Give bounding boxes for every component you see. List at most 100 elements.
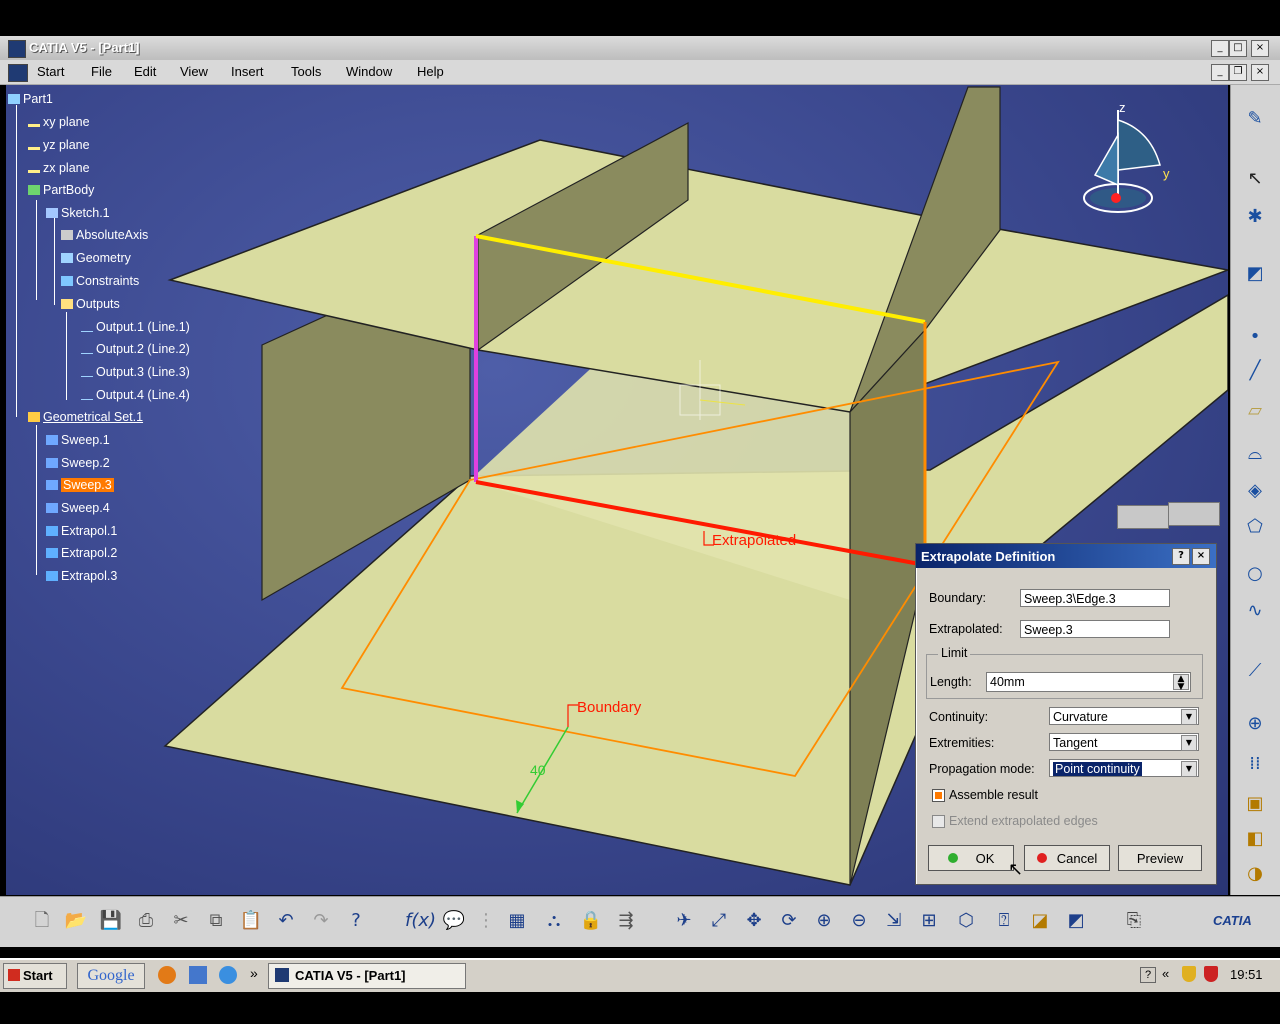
whats-this-icon[interactable]: ? xyxy=(342,907,370,935)
menu-edit[interactable]: Edit xyxy=(134,64,156,79)
print-icon[interactable]: ⎙ xyxy=(132,907,160,935)
tree-item-output3[interactable]: Output.3 (Line.3) xyxy=(81,365,190,379)
document-icon[interactable] xyxy=(8,64,28,82)
tree-item-extrapol3[interactable]: Extrapol.3 xyxy=(46,569,117,583)
multi-view-icon[interactable]: ⊞ xyxy=(915,907,943,935)
google-toolbar-button[interactable]: Google xyxy=(77,963,145,989)
dimension-value[interactable]: 40 xyxy=(530,762,546,778)
ie-icon[interactable] xyxy=(219,966,237,984)
zoom-in-icon[interactable]: ⊕ xyxy=(810,907,838,935)
comment-icon[interactable]: 💬 xyxy=(440,907,468,935)
fly-icon[interactable]: ✈ xyxy=(670,907,698,935)
tree-root-part1[interactable]: Part1 xyxy=(8,92,53,106)
dialog-title-bar[interactable]: Extrapolate Definition ? × xyxy=(916,544,1216,568)
tree-item-sweep4[interactable]: Sweep.4 xyxy=(46,501,110,515)
tray-chevron[interactable]: « xyxy=(1162,966,1169,981)
taskbar-catia-button[interactable]: CATIA V5 - [Part1] xyxy=(268,963,466,989)
select-arrow-icon[interactable]: ↖ xyxy=(1241,165,1269,193)
sweep-icon[interactable]: ◈ xyxy=(1241,477,1269,505)
iso-view-icon[interactable]: ⬡ xyxy=(952,907,980,935)
doc-restore-icon[interactable]: ❐ xyxy=(1229,64,1247,81)
analysis-icon[interactable]: ◑ xyxy=(1241,860,1269,888)
boundary-label[interactable]: Boundary xyxy=(577,699,642,716)
tray-help-icon[interactable]: ? xyxy=(1140,967,1156,983)
menu-help[interactable]: Help xyxy=(417,64,444,79)
minimized-window[interactable] xyxy=(1168,502,1220,526)
tree-item-xy-plane[interactable]: xy plane xyxy=(28,115,90,129)
quicklaunch-chevron[interactable]: » xyxy=(250,965,258,981)
tree-item-absoluteaxis[interactable]: AbsoluteAxis xyxy=(61,228,148,242)
curve-icon[interactable]: ⟋ xyxy=(1241,657,1269,685)
close-icon[interactable]: × xyxy=(1251,40,1269,57)
tree-item-outputs[interactable]: Outputs xyxy=(61,297,120,311)
chevron-down-icon[interactable]: ▼ xyxy=(1181,709,1197,725)
render-style-icon[interactable]: ⍰ xyxy=(990,907,1018,935)
menu-tools[interactable]: Tools xyxy=(291,64,321,79)
front-wall-surface[interactable] xyxy=(849,328,926,886)
open-icon[interactable]: 📂 xyxy=(62,907,90,935)
join-icon[interactable]: ⊕ xyxy=(1241,710,1269,738)
part-design-icon[interactable]: ◧ xyxy=(1241,825,1269,853)
instantiate-icon[interactable]: ⇶ xyxy=(612,907,640,935)
table-icon[interactable]: ▦ xyxy=(503,907,531,935)
doc-minimize-icon[interactable]: _ xyxy=(1211,64,1229,81)
tree-item-sweep1[interactable]: Sweep.1 xyxy=(46,433,110,447)
tree-item-extrapol1[interactable]: Extrapol.1 xyxy=(46,524,117,538)
lock-icon[interactable]: 🔒 xyxy=(577,907,605,935)
material-icon[interactable]: ⎘ xyxy=(1120,907,1148,935)
chevron-down-icon[interactable]: ▼ xyxy=(1181,735,1197,751)
repeat-icon[interactable]: ▣ xyxy=(1241,790,1269,818)
preview-button[interactable]: Preview xyxy=(1118,845,1202,871)
propagation-mode-select[interactable]: Point continuity ▼ xyxy=(1049,759,1199,777)
hide-show-icon[interactable]: ◪ xyxy=(1026,907,1054,935)
boundary-field[interactable]: Sweep.3\Edge.3 xyxy=(1020,589,1170,607)
tree-item-yz-plane[interactable]: yz plane xyxy=(28,138,90,152)
firefox-icon[interactable] xyxy=(158,966,176,984)
chevron-down-icon[interactable]: ▼ xyxy=(1181,761,1197,777)
minimize-icon[interactable]: _ xyxy=(1211,40,1229,57)
snap-icon[interactable]: ✱ xyxy=(1241,203,1269,231)
circle-icon[interactable]: ○ xyxy=(1241,560,1269,588)
formula-icon[interactable]: f(x) xyxy=(405,907,436,935)
pan-icon[interactable]: ✥ xyxy=(740,907,768,935)
knowledge-icon[interactable]: ⋮ xyxy=(472,907,500,935)
menu-window[interactable]: Window xyxy=(346,64,392,79)
browser-icon[interactable] xyxy=(189,966,207,984)
tree-item-extrapol2[interactable]: Extrapol.2 xyxy=(46,546,117,560)
pattern-icon[interactable]: ⁞⁞ xyxy=(1241,750,1269,778)
save-icon[interactable]: 💾 xyxy=(97,907,125,935)
extremities-select[interactable]: Tangent ▼ xyxy=(1049,733,1199,751)
tree-item-partbody[interactable]: PartBody xyxy=(28,183,94,197)
help-icon[interactable]: ? xyxy=(1172,548,1190,565)
sketcher-icon[interactable]: ✎ xyxy=(1241,105,1269,133)
length-spinner-icon[interactable]: ▲ ▼ xyxy=(1173,674,1189,692)
tree-item-geometrical-set[interactable]: Geometrical Set.1 xyxy=(28,410,143,424)
point-icon[interactable]: • xyxy=(1241,323,1269,351)
rotate-icon[interactable]: ⟳ xyxy=(775,907,803,935)
cut-icon[interactable]: ✂ xyxy=(167,907,195,935)
menu-insert[interactable]: Insert xyxy=(231,64,264,79)
tree-item-output2[interactable]: Output.2 (Line.2) xyxy=(81,342,190,356)
shield-icon[interactable] xyxy=(1182,966,1196,982)
compass-icon[interactable] xyxy=(1083,110,1161,213)
continuity-select[interactable]: Curvature ▼ xyxy=(1049,707,1199,725)
extend-edges-checkbox[interactable] xyxy=(932,815,945,828)
dialog-close-icon[interactable]: × xyxy=(1192,548,1210,565)
copy-icon[interactable]: ⧉ xyxy=(202,907,230,935)
paste-icon[interactable]: 📋 xyxy=(237,907,265,935)
ok-button[interactable]: OK xyxy=(928,845,1014,871)
tree-item-zx-plane[interactable]: zx plane xyxy=(28,161,90,175)
new-icon[interactable]: 🗋 xyxy=(28,907,56,935)
plane-icon[interactable]: ▱ xyxy=(1241,397,1269,425)
catalog-icon[interactable]: ⛬ xyxy=(540,907,568,935)
minimized-window[interactable] xyxy=(1117,505,1169,529)
tree-item-constraints[interactable]: Constraints xyxy=(61,274,139,288)
fit-all-icon[interactable]: ⤢ xyxy=(705,907,733,935)
menu-view[interactable]: View xyxy=(180,64,208,79)
cancel-button[interactable]: Cancel xyxy=(1024,845,1110,871)
swap-visible-icon[interactable]: ◩ xyxy=(1062,907,1090,935)
security-icon[interactable] xyxy=(1204,966,1218,982)
sketch-icon[interactable]: ◩ xyxy=(1241,260,1269,288)
tree-item-sketch1[interactable]: Sketch.1 xyxy=(46,206,110,220)
line-icon[interactable]: ╱ xyxy=(1241,357,1269,385)
